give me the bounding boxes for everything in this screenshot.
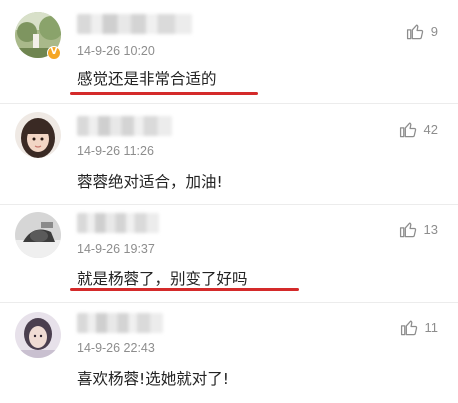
comment-text: 蓉蓉绝对适合，加油! [77,173,223,191]
comment-item: V 14-9-26 10:20 感觉还是非常合适的 9 [0,0,458,100]
comment-timestamp: 14-9-26 10:20 [77,44,155,58]
avatar[interactable] [15,212,61,258]
highlight-underline [70,288,299,291]
comment-timestamp: 14-9-26 11:26 [77,144,154,158]
like-button[interactable]: 11 [400,318,439,337]
like-count: 13 [423,222,438,237]
thumbs-up-icon [399,222,416,238]
thumbs-up-icon [399,122,416,138]
thumbs-up-icon [400,320,417,336]
comment-timestamp: 14-9-26 19:37 [77,242,155,256]
avatar-portrait-photo-icon [15,312,61,358]
comment-item: 14-9-26 11:26 蓉蓉绝对适合，加油! 42 [0,104,458,204]
avatar-girl-photo-icon [15,112,61,158]
like-button[interactable]: 9 [406,22,438,41]
username-redacted[interactable] [77,313,163,333]
like-button[interactable]: 13 [399,220,438,239]
comment-item: 14-9-26 19:37 就是杨蓉了，别变了好吗 13 [0,205,458,305]
like-count: 11 [424,320,439,335]
comment-text: 感觉还是非常合适的 [77,70,217,88]
verified-badge-icon: V [47,46,61,60]
like-count: 9 [430,24,438,39]
comment-text: 就是杨蓉了，别变了好吗 [77,270,248,288]
username-redacted[interactable] [77,213,159,233]
highlight-underline [70,92,258,95]
avatar[interactable] [15,112,61,158]
comment-item: 14-9-26 22:43 喜欢杨蓉!选她就对了! 11 [0,303,458,403]
username-redacted[interactable] [77,14,192,34]
like-count: 42 [423,122,438,137]
comment-text: 喜欢杨蓉!选她就对了! [77,370,229,388]
username-redacted[interactable] [77,116,172,136]
comment-timestamp: 14-9-26 22:43 [77,341,155,355]
avatar[interactable] [15,312,61,358]
like-button[interactable]: 42 [399,120,438,139]
avatar-bw-photo-icon [15,212,61,258]
thumbs-up-icon [406,24,423,40]
